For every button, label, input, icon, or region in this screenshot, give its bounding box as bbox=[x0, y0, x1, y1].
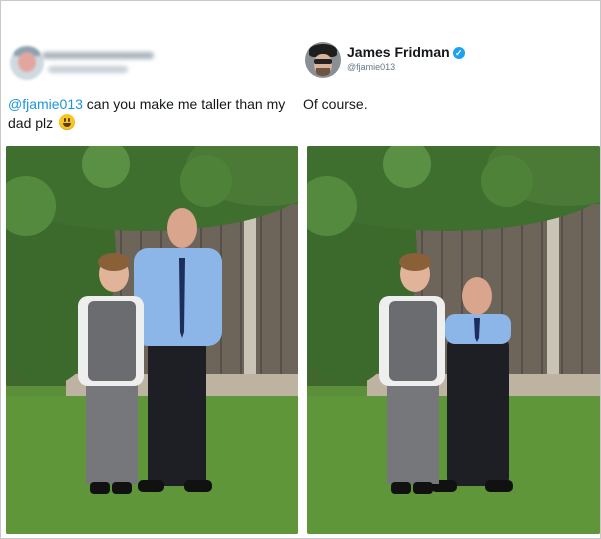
original-photo[interactable] bbox=[6, 146, 298, 534]
edited-photo-image bbox=[307, 146, 600, 534]
verified-badge-icon: ✓ bbox=[452, 47, 465, 59]
user-handle[interactable]: @fjamie013 bbox=[347, 62, 395, 72]
tweet-text: @fjamie013 can you make me taller than m… bbox=[8, 95, 298, 133]
james-fridman-avatar[interactable] bbox=[305, 42, 341, 78]
user-name-text[interactable]: James Fridman bbox=[347, 44, 450, 60]
user-name[interactable]: James Fridman ✓ bbox=[347, 44, 465, 60]
blurred-user-handle bbox=[48, 66, 128, 73]
mention-link[interactable]: @fjamie013 bbox=[8, 96, 83, 112]
blurred-user-name bbox=[42, 52, 154, 59]
reply-text: Of course. bbox=[303, 96, 368, 112]
grinning-face-emoji-icon bbox=[59, 114, 76, 130]
blurred-avatar[interactable] bbox=[10, 46, 44, 80]
original-photo-image bbox=[6, 146, 298, 534]
edited-photo[interactable] bbox=[307, 146, 600, 534]
